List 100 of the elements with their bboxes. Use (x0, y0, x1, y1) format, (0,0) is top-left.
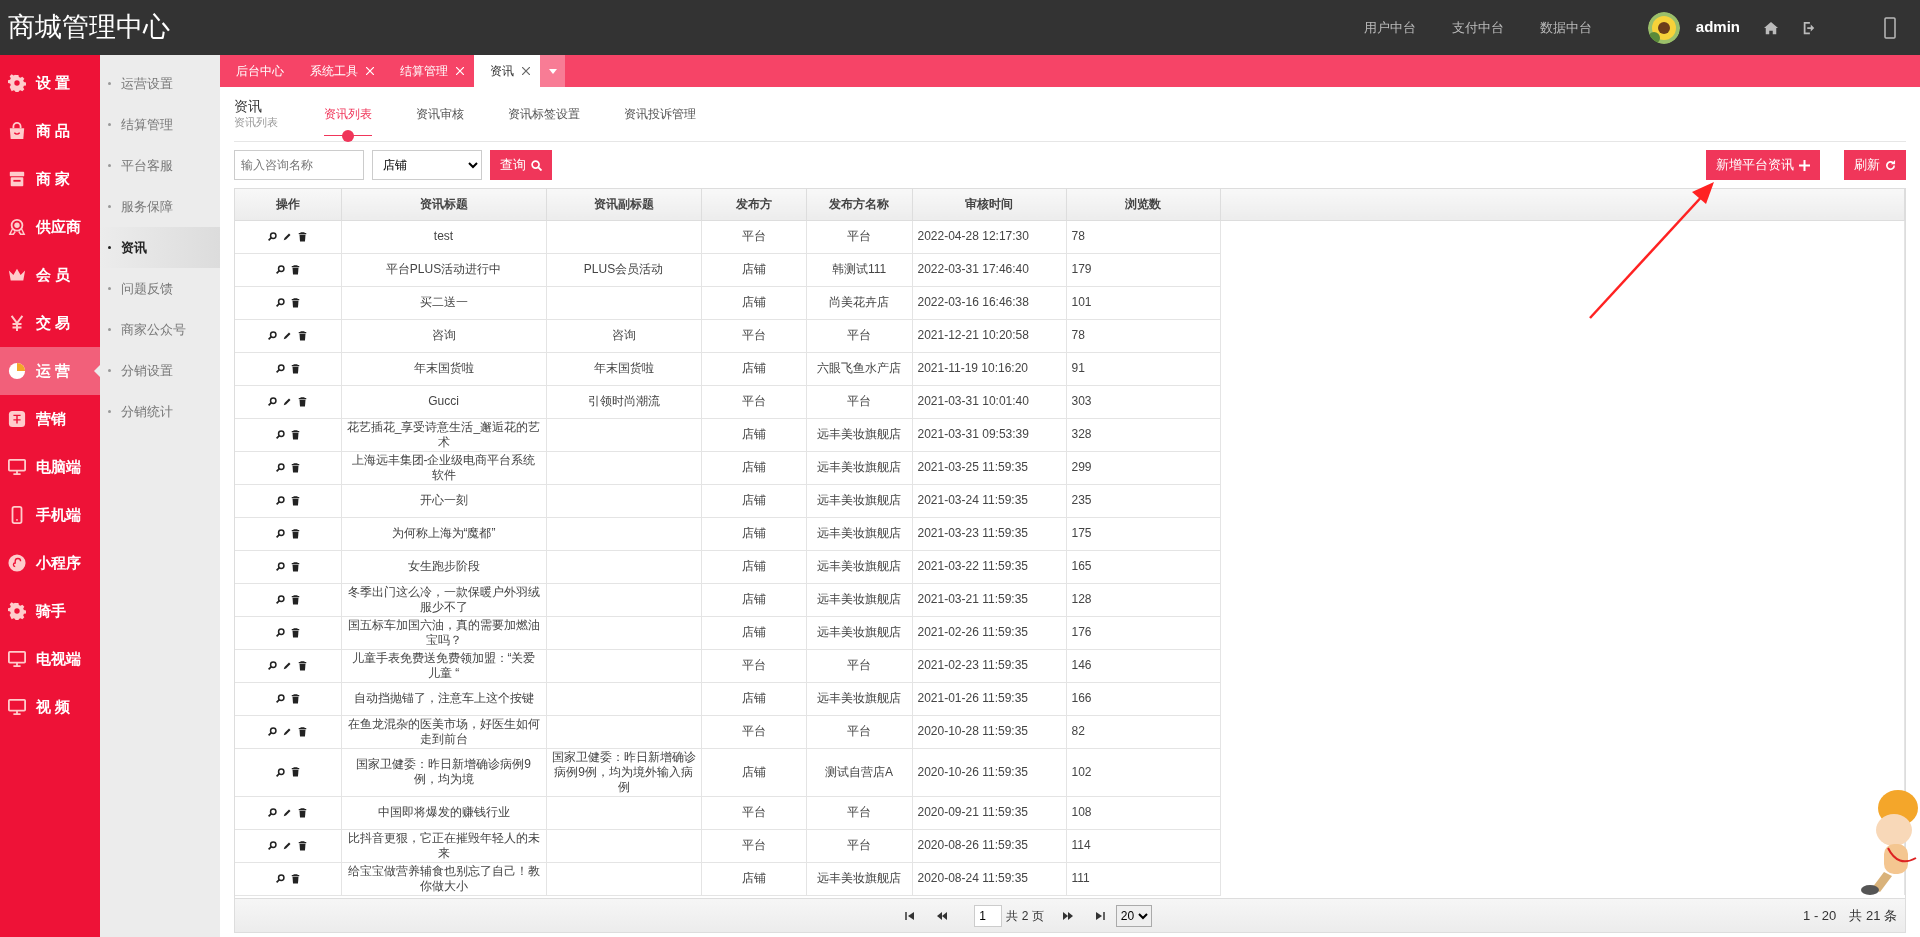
search-icon[interactable] (268, 232, 278, 241)
submenu-item[interactable]: 结算管理 (100, 104, 220, 145)
pencil-icon[interactable] (283, 727, 293, 736)
submenu-item[interactable]: 分销设置 (100, 350, 220, 391)
sidebar-item[interactable]: 设 置 (0, 59, 100, 107)
page-size-select[interactable]: 20 (1115, 904, 1152, 927)
submenu-item[interactable]: 服务保障 (100, 186, 220, 227)
trash-icon[interactable] (290, 528, 300, 539)
last-page-icon[interactable] (1094, 911, 1105, 920)
trash-icon[interactable] (290, 363, 300, 374)
trash-icon[interactable] (290, 594, 300, 605)
pencil-icon[interactable] (283, 661, 293, 670)
trash-icon[interactable] (290, 297, 300, 308)
search-icon[interactable] (275, 463, 285, 472)
search-icon[interactable] (275, 874, 285, 883)
page-field[interactable]: 1 (974, 904, 1003, 927)
sidebar-item[interactable]: 交 易 (0, 299, 100, 347)
refresh-button[interactable]: 刷新 (1844, 150, 1906, 180)
search-icon[interactable] (268, 397, 278, 406)
search-icon[interactable] (275, 265, 285, 274)
nav-link[interactable]: 用户中台 (1363, 17, 1416, 38)
trash-icon[interactable] (290, 429, 300, 440)
submenu-item[interactable]: 商家公众号 (100, 309, 220, 350)
subtab[interactable]: 资讯投诉管理 (602, 86, 718, 142)
sidebar-item[interactable]: 会 员 (0, 251, 100, 299)
home-icon[interactable] (1764, 20, 1778, 35)
pencil-icon[interactable] (283, 397, 293, 406)
sidebar-item[interactable]: 电视端 (0, 635, 100, 683)
search-icon[interactable] (275, 628, 285, 637)
table-cell: 店铺 (701, 583, 806, 616)
trash-icon[interactable] (298, 807, 308, 818)
close-icon[interactable] (522, 67, 530, 75)
next-page-icon[interactable] (1062, 911, 1073, 920)
trash-icon[interactable] (298, 396, 308, 407)
phone-icon[interactable] (1884, 16, 1896, 39)
search-field[interactable]: 输入咨询名称 (234, 150, 364, 180)
search-icon[interactable] (268, 808, 278, 817)
search-icon[interactable] (275, 364, 285, 373)
table-cell: 花艺插花_享受诗意生活_邂逅花的艺术 (341, 418, 546, 451)
trash-icon[interactable] (290, 462, 300, 473)
tab[interactable]: 后台中心 (220, 55, 294, 87)
trash-icon[interactable] (290, 767, 300, 777)
nav-link[interactable]: 数据中台 (1539, 17, 1592, 38)
query-button[interactable]: 查询 (490, 150, 552, 180)
trash-icon[interactable] (290, 561, 300, 572)
trash-icon[interactable] (298, 660, 308, 671)
trash-icon[interactable] (298, 840, 308, 851)
column-header: 资讯标题 (341, 189, 546, 220)
sidebar-item[interactable]: 小程序 (0, 539, 100, 587)
previous-page-icon[interactable] (937, 911, 948, 920)
trash-icon[interactable] (290, 627, 300, 638)
search-icon[interactable] (275, 694, 285, 703)
tab[interactable]: 系统工具 (294, 55, 384, 87)
sidebar-item[interactable]: 骑手 (0, 587, 100, 635)
search-icon[interactable] (275, 767, 285, 777)
first-page-icon[interactable] (905, 911, 916, 920)
trash-icon[interactable] (298, 231, 308, 242)
search-icon[interactable] (275, 562, 285, 571)
table-cell: Gucci (341, 385, 546, 418)
sidebar-item[interactable]: 商 家 (0, 155, 100, 203)
sidebar-item[interactable]: 视 频 (0, 683, 100, 731)
pencil-icon[interactable] (283, 808, 293, 817)
search-icon[interactable] (268, 661, 278, 670)
sidebar-item[interactable]: 运 营 (0, 347, 100, 395)
search-icon[interactable] (275, 496, 285, 505)
trash-icon[interactable] (290, 264, 300, 275)
submenu-item[interactable]: 平台客服 (100, 145, 220, 186)
subtab[interactable]: 资讯审核 (394, 86, 486, 142)
pencil-icon[interactable] (283, 841, 293, 850)
search-icon[interactable] (268, 331, 278, 340)
trash-icon[interactable] (298, 330, 308, 341)
sidebar-item[interactable]: 手机端 (0, 491, 100, 539)
filter-select[interactable]: 店铺 (372, 150, 482, 180)
sidebar-item[interactable]: 营销 (0, 395, 100, 443)
nav-link[interactable]: 支付中台 (1451, 17, 1504, 38)
pencil-icon[interactable] (283, 331, 293, 340)
sidebar-item[interactable]: 商 品 (0, 107, 100, 155)
search-icon[interactable] (275, 595, 285, 604)
pencil-icon[interactable] (283, 232, 293, 241)
tab[interactable]: 结算管理 (384, 55, 474, 87)
submenu-item[interactable]: 分销统计 (100, 391, 220, 432)
sidebar-item[interactable]: 电脑端 (0, 443, 100, 491)
search-icon[interactable] (275, 430, 285, 439)
tab[interactable]: 资讯 (474, 55, 540, 87)
submenu-item[interactable]: 问题反馈 (100, 268, 220, 309)
add-button[interactable]: 新增平台资讯 (1706, 150, 1820, 180)
trash-icon[interactable] (290, 495, 300, 506)
search-icon[interactable] (268, 841, 278, 850)
subtab[interactable]: 资讯列表 (302, 86, 394, 142)
search-icon[interactable] (275, 529, 285, 538)
trash-icon[interactable] (290, 873, 300, 884)
trash-icon[interactable] (298, 726, 308, 737)
trash-icon[interactable] (290, 693, 300, 704)
submenu-item[interactable]: 运营设置 (100, 63, 220, 104)
sidebar-item[interactable]: 供应商 (0, 203, 100, 251)
subtab[interactable]: 资讯标签设置 (486, 86, 602, 142)
table-cell: 国家卫健委：昨日新增确诊病例9例，均为境 (341, 748, 546, 796)
logout-icon[interactable] (1802, 20, 1816, 35)
search-icon[interactable] (275, 298, 285, 307)
search-icon[interactable] (268, 727, 278, 736)
